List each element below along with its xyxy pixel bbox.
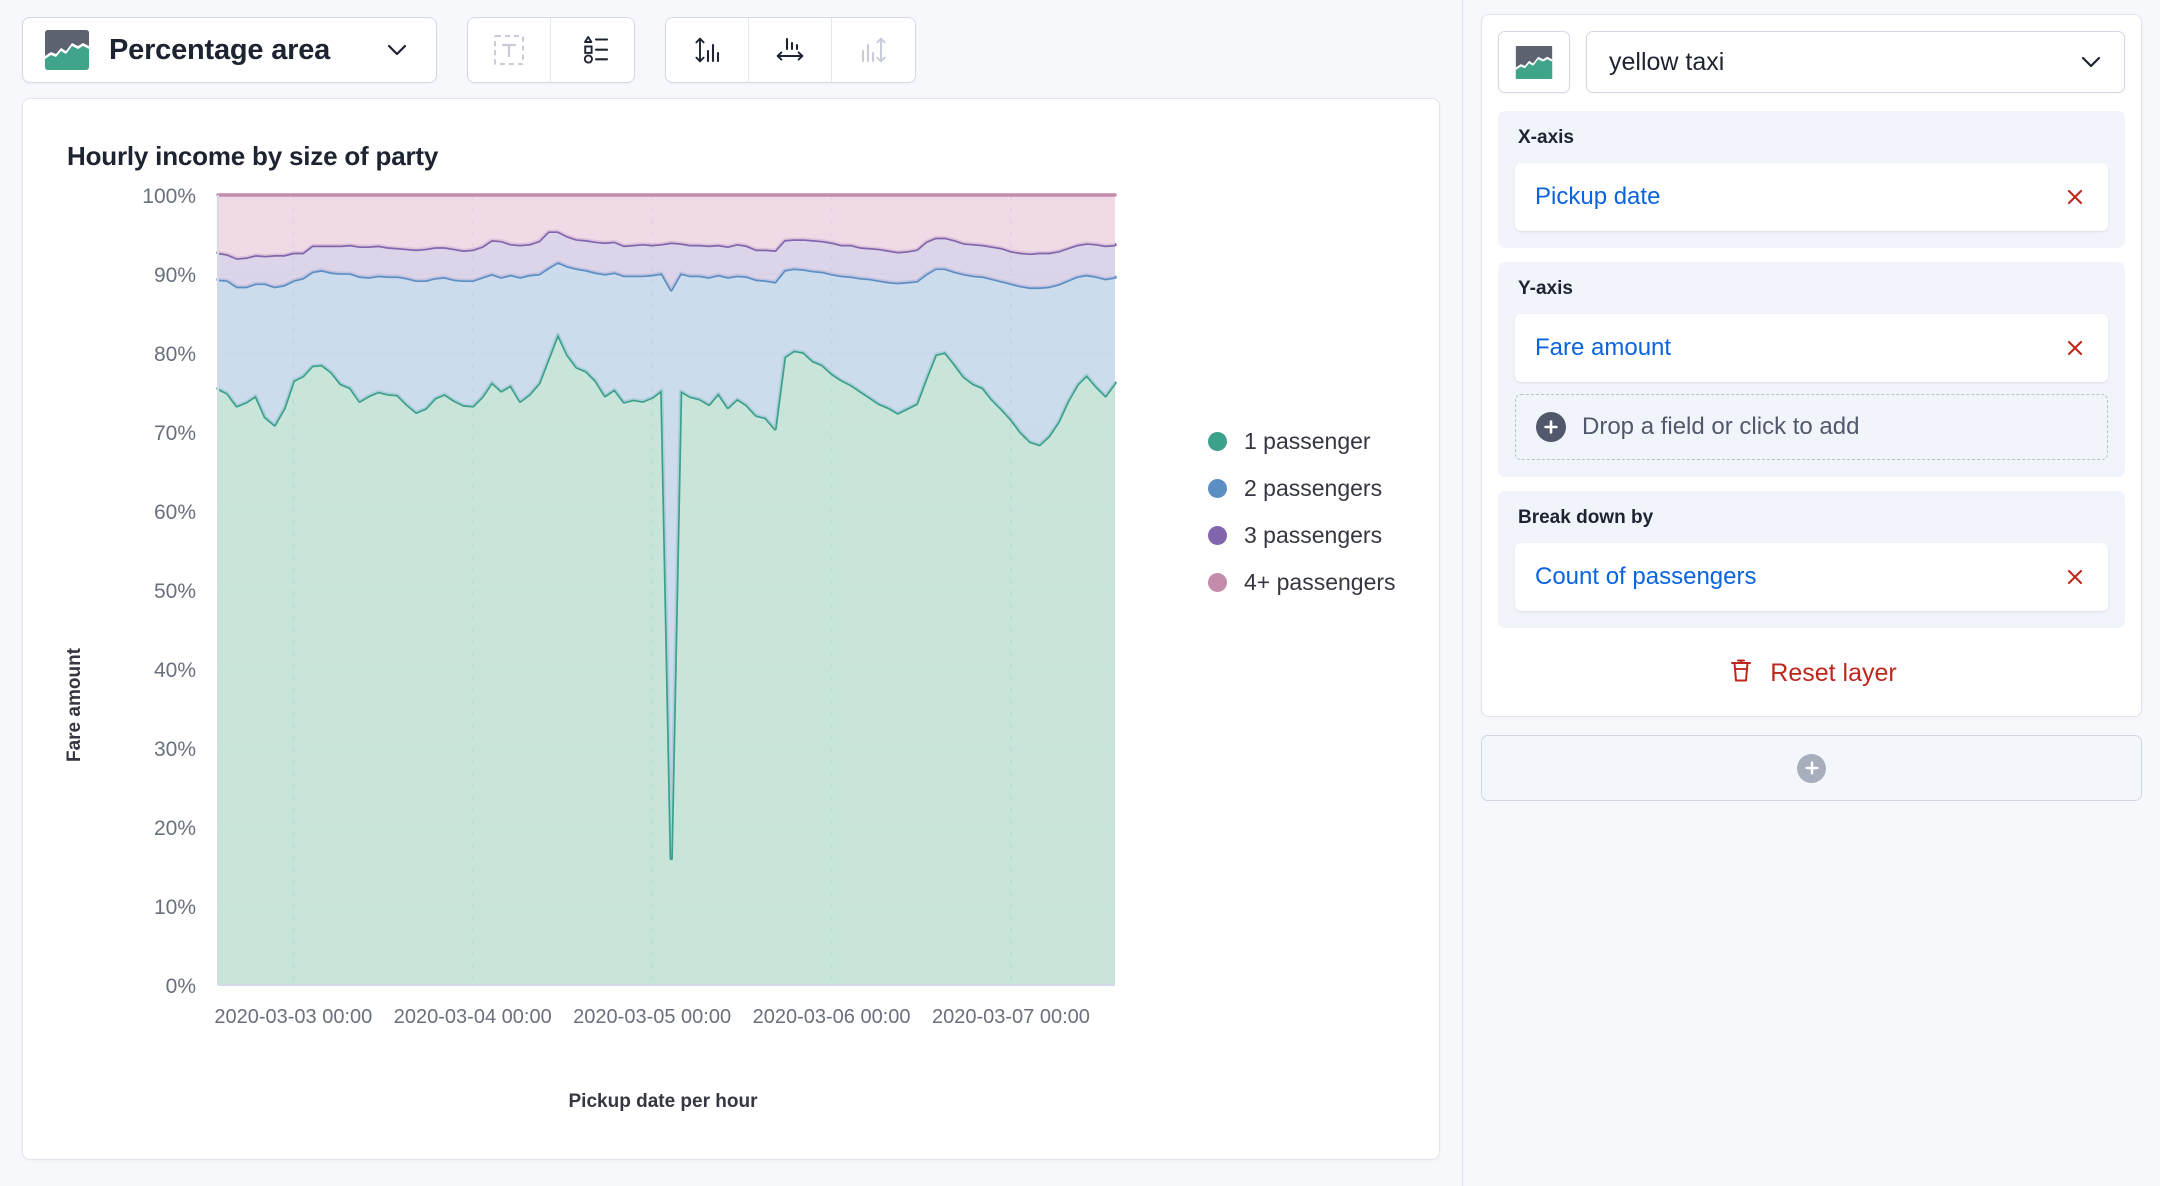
- field-name: Fare amount: [1535, 334, 1672, 361]
- percentage-area-chart[interactable]: 0% 10% 20% 30% 40% 50% 60% 70% 80% 90% 100% 2020-03…: [23, 185, 1441, 1145]
- y-tick-label: 0%: [166, 975, 196, 998]
- y-tick-label: 10%: [154, 896, 196, 919]
- x-tick-label: 2020-03-05 00:00: [573, 1006, 731, 1028]
- x-tick-label: 2020-03-04 00:00: [394, 1006, 552, 1028]
- y-tick-label: 60%: [154, 501, 196, 524]
- datasource-select[interactable]: yellow taxi: [1586, 31, 2125, 93]
- field-pill[interactable]: Pickup date: [1515, 163, 2108, 231]
- legend-item[interactable]: 2 passengers: [1208, 475, 1396, 502]
- percentage-area-icon: [1514, 45, 1554, 79]
- close-x-icon[interactable]: [2062, 184, 2088, 210]
- bottom-axis-button[interactable]: [749, 18, 832, 82]
- dimension-group-x-axis: X-axis Pickup date: [1498, 111, 2125, 248]
- chart-title: Hourly income by size of party: [67, 141, 439, 171]
- chart-legend: 1 passenger 2 passengers 3 passengers 4+ pa…: [1208, 428, 1396, 596]
- field-pill[interactable]: Fare amount: [1515, 314, 2108, 382]
- dimension-group-label: X-axis: [1518, 127, 1574, 148]
- y-tick-label: 100%: [142, 185, 196, 208]
- x-tick-label: 2020-03-03 00:00: [214, 1006, 372, 1028]
- plus-circle-icon: [1797, 753, 1826, 783]
- add-layer-button[interactable]: [1481, 735, 2142, 801]
- legend-label: 4+ passengers: [1244, 569, 1396, 595]
- layer-chart-type-button[interactable]: [1498, 31, 1570, 93]
- right-axis-button[interactable]: [832, 18, 915, 82]
- plot-wrapper: 0% 10% 20% 30% 40% 50% 60% 70% 80% 90% 100% 2020-03…: [23, 185, 1441, 1145]
- layer-config-panel: yellow taxi X-axis Pickup date Y-axis Fare …: [1462, 0, 2160, 1186]
- y-tick-label: 40%: [154, 659, 196, 682]
- layer-header: yellow taxi: [1498, 31, 2125, 93]
- drop-zone-label: Drop a field or click to add: [1582, 413, 1860, 440]
- chart-type-label: Percentage area: [109, 33, 331, 66]
- y-tick-label: 80%: [154, 343, 196, 366]
- legend-color-dot: [1208, 432, 1227, 451]
- reset-layer-button[interactable]: Reset layer: [1498, 642, 2125, 704]
- layer-card: yellow taxi X-axis Pickup date Y-axis Fare …: [1481, 14, 2142, 717]
- chart-render-area: Fare amount Pickup date per hour 0% 10% 20…: [23, 185, 1441, 1145]
- left-axis-button[interactable]: [666, 18, 749, 82]
- field-name: Pickup date: [1535, 183, 1661, 210]
- lens-editor: Percentage area Hourly income by size of…: [0, 0, 2160, 1186]
- legend-color-dot: [1208, 573, 1227, 592]
- y-tick-label: 90%: [154, 264, 196, 287]
- plus-circle-icon: [1536, 412, 1566, 442]
- legend-item[interactable]: 1 passenger: [1208, 428, 1396, 455]
- dimension-group-label: Break down by: [1518, 507, 1654, 528]
- y-tick-label: 70%: [154, 422, 196, 445]
- field-name: Count of passengers: [1535, 563, 1757, 590]
- chart-toolbar: Percentage area: [22, 14, 1442, 86]
- annotation-button-group: [467, 17, 635, 83]
- dimension-group-break-down-by: Break down by Count of passengers: [1498, 491, 2125, 628]
- reset-layer-label: Reset layer: [1770, 658, 1897, 687]
- legend-label: 1 passenger: [1244, 428, 1371, 454]
- datasource-name: yellow taxi: [1609, 47, 1725, 76]
- chart-workspace: Percentage area Hourly income by size of…: [0, 0, 1462, 1186]
- trash-icon: [1726, 656, 1756, 691]
- axis-button-group: [665, 17, 916, 83]
- x-tick-label: 2020-03-07 00:00: [932, 1006, 1090, 1028]
- legend-label: 3 passengers: [1244, 522, 1383, 548]
- y-tick-label: 30%: [154, 738, 196, 761]
- x-tick-label: 2020-03-06 00:00: [753, 1006, 911, 1028]
- field-pill[interactable]: Count of passengers: [1515, 543, 2108, 611]
- chevron-down-icon[interactable]: [2078, 49, 2104, 75]
- legend-label: 2 passengers: [1244, 475, 1383, 501]
- y-tick-label: 20%: [154, 817, 196, 840]
- legend-color-dot: [1208, 479, 1227, 498]
- chevron-down-icon[interactable]: [384, 37, 410, 63]
- legend-item[interactable]: 4+ passengers: [1208, 569, 1396, 596]
- legend-settings-button[interactable]: [551, 18, 634, 82]
- dimension-group-y-axis: Y-axis Fare amount Drop a field or click t…: [1498, 262, 2125, 477]
- drop-zone[interactable]: Drop a field or click to add: [1515, 394, 2108, 460]
- percentage-area-icon: [45, 30, 89, 70]
- legend-item[interactable]: 3 passengers: [1208, 522, 1396, 549]
- chart-type-switcher[interactable]: Percentage area: [22, 17, 437, 83]
- dimension-groups: X-axis Pickup date Y-axis Fare amount Drop a…: [1498, 111, 2125, 628]
- y-tick-label: 50%: [154, 580, 196, 603]
- close-x-icon[interactable]: [2062, 564, 2088, 590]
- close-x-icon[interactable]: [2062, 335, 2088, 361]
- legend-color-dot: [1208, 526, 1227, 545]
- text-annotation-button[interactable]: [468, 18, 551, 82]
- dimension-group-label: Y-axis: [1518, 278, 1573, 299]
- chart-panel: Hourly income by size of party Fare amou…: [22, 98, 1440, 1160]
